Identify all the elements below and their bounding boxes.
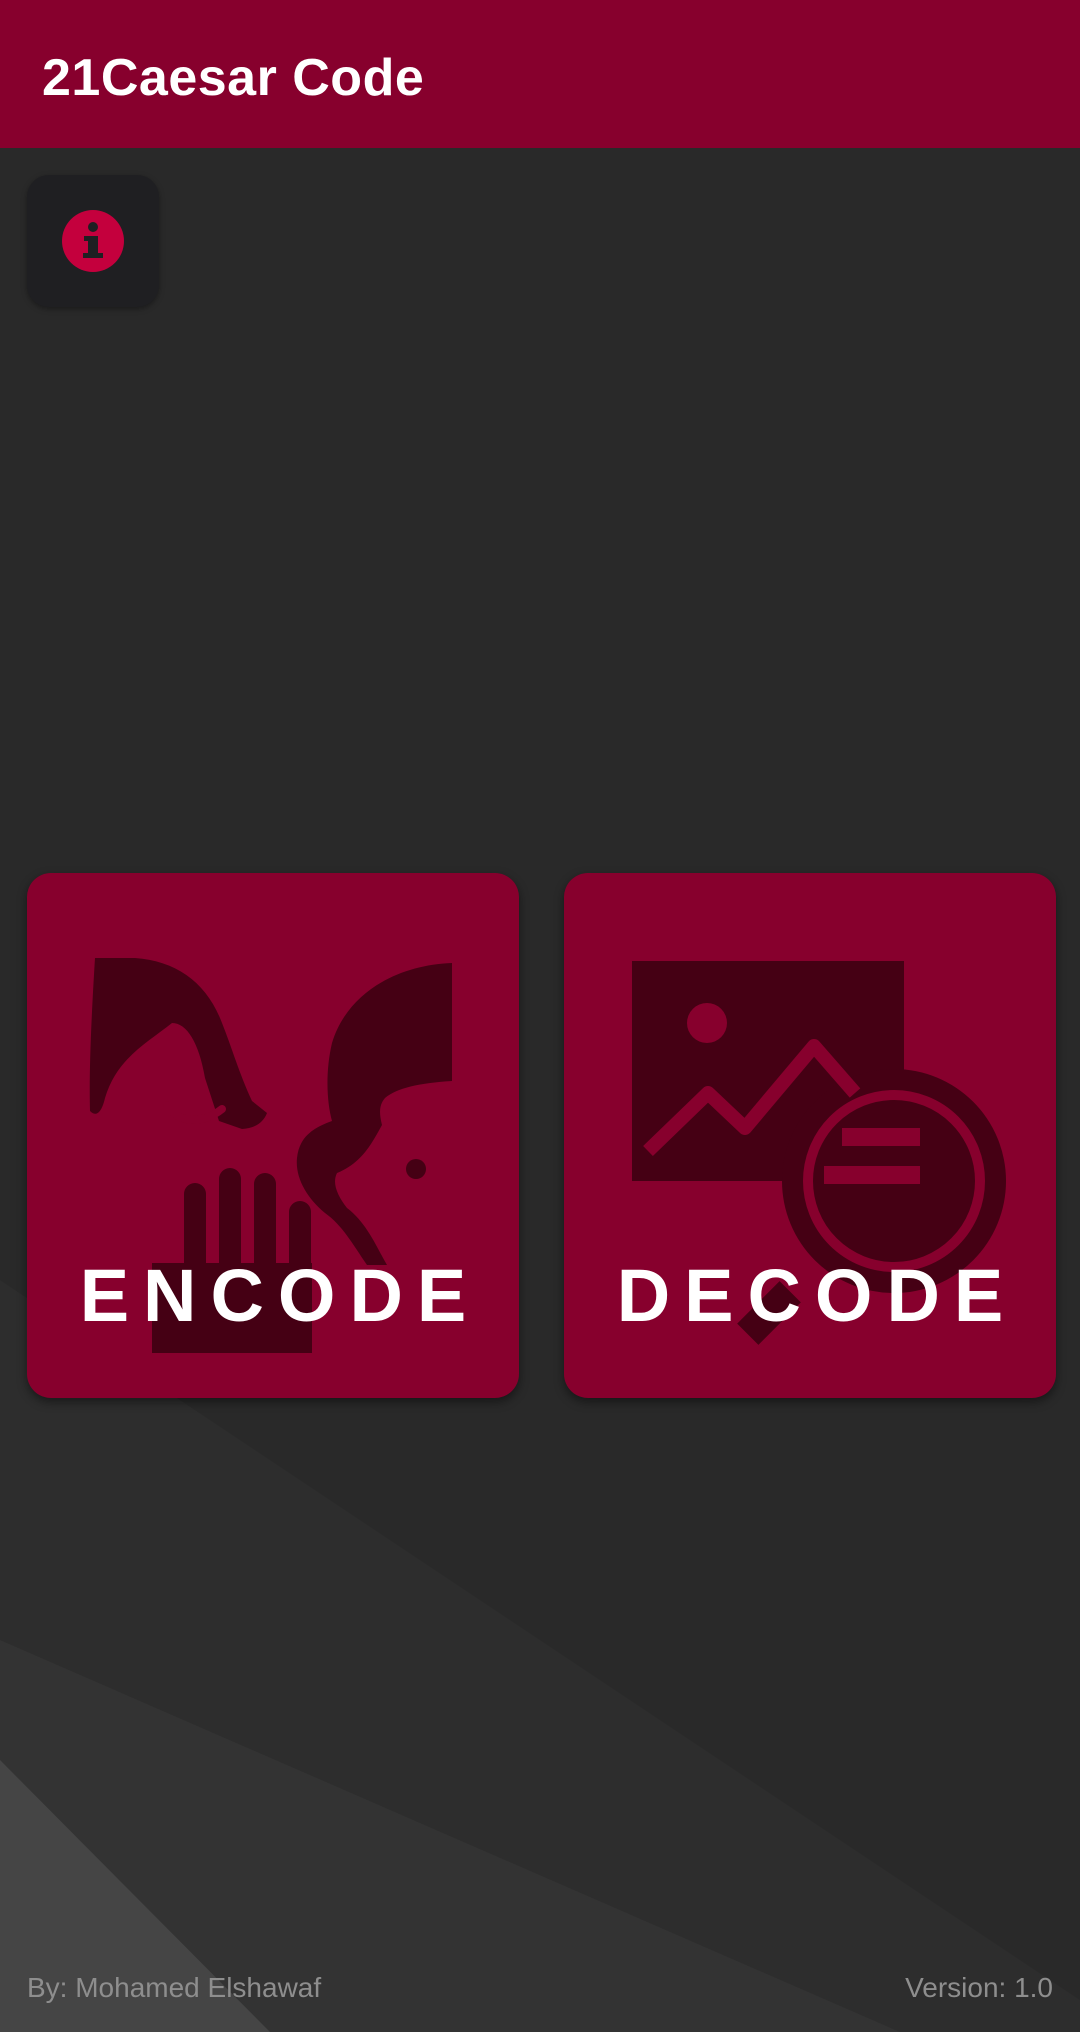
decode-label: DECODE [616, 1254, 1018, 1337]
author-credit: By: Mohamed Elshawaf [27, 1972, 322, 2003]
app-bar: 21Caesar Code [0, 0, 1080, 148]
app-title: 21Caesar Code [42, 49, 425, 107]
info-icon [62, 210, 124, 272]
info-button[interactable] [27, 175, 159, 307]
encode-label: ENCODE [79, 1254, 481, 1337]
version-label: Version: 1.0 [905, 1972, 1053, 2003]
decode-card[interactable]: DECODE [564, 873, 1056, 1398]
encode-card[interactable]: ENCODE [27, 873, 519, 1398]
